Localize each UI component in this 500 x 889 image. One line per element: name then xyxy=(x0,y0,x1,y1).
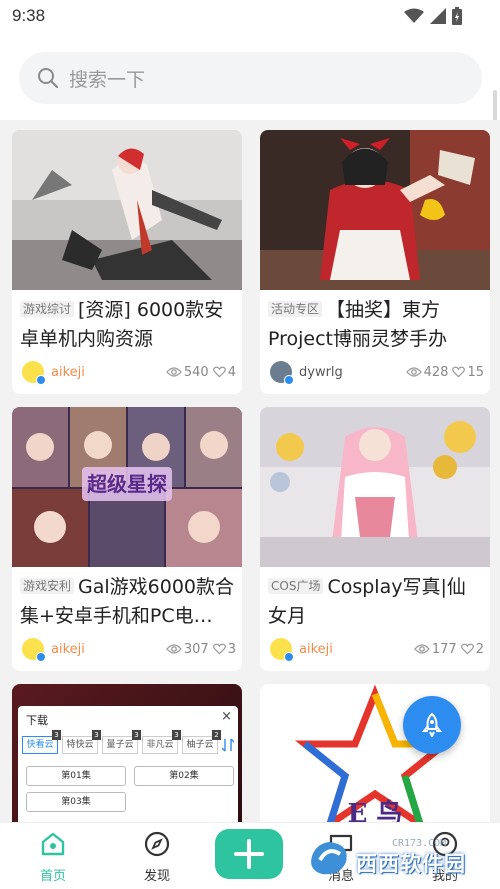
post-tag[interactable]: 活动专区 xyxy=(268,301,323,317)
post-title-block: 游戏安利 Gal游戏6000款合集+安卓手机和PC电… xyxy=(20,573,234,631)
like-count: 15 xyxy=(467,364,484,380)
like-count: 2 xyxy=(475,641,484,657)
eye-icon xyxy=(405,367,422,377)
nav-home[interactable]: 首页 xyxy=(13,831,93,884)
heart-icon[interactable] xyxy=(212,643,226,655)
sort-icon[interactable] xyxy=(222,738,234,752)
logo-text: E 鸟 xyxy=(348,798,403,822)
battery-icon xyxy=(452,7,462,25)
status-time: 9:38 xyxy=(12,6,46,25)
search-placeholder: 搜索一下 xyxy=(69,68,146,91)
view-count: 307 xyxy=(183,641,209,657)
post-tag[interactable]: 游戏安利 xyxy=(20,578,75,594)
download-panel: 下载 × 快看云 3 特快云 3 量子云 3 非凡云 3 柚子云 2 第01集 … xyxy=(18,706,238,822)
post-tag[interactable]: 游戏综讨 xyxy=(20,301,75,317)
episode-button[interactable]: 第02集 xyxy=(134,766,234,786)
heart-icon[interactable] xyxy=(212,366,226,378)
download-panel-title: 下载 xyxy=(26,714,48,727)
nav-home-label: 首页 xyxy=(39,869,66,884)
post-card[interactable]: 活动专区 【抽奖】東方Project博丽灵梦手办 dywrlg 428 15 xyxy=(260,130,490,394)
author-name[interactable]: aikeji xyxy=(51,642,166,657)
author-name[interactable]: aikeji xyxy=(299,642,414,657)
watermark-subtext: CR173.COM xyxy=(392,838,447,849)
search-icon xyxy=(38,68,59,89)
post-feed[interactable]: 游戏综讨 [资源] 6000款安卓单机内购资源 aikeji 540 4 活动专… xyxy=(0,120,500,822)
watermark: 西西软件园 CR173.COM xyxy=(300,836,480,882)
view-count: 177 xyxy=(431,641,457,657)
rocket-fab-button[interactable] xyxy=(403,696,461,754)
nav-discover[interactable]: 发现 xyxy=(117,831,197,884)
verified-badge-icon xyxy=(36,375,46,385)
wifi-icon xyxy=(404,8,424,23)
close-icon[interactable]: × xyxy=(221,709,232,724)
avatar[interactable] xyxy=(270,638,294,662)
source-tabs: 快看云 3 特快云 3 量子云 3 非凡云 3 柚子云 2 xyxy=(22,730,234,754)
avatar[interactable] xyxy=(270,361,294,385)
verified-badge-icon xyxy=(284,375,294,385)
watermark-logo-icon xyxy=(311,842,347,875)
post-title-block: 游戏综讨 [资源] 6000款安卓单机内购资源 xyxy=(20,296,234,354)
post-card[interactable]: 下载 × 快看云 3 特快云 3 量子云 3 非凡云 3 柚子云 2 第01集 … xyxy=(12,684,242,822)
post-image xyxy=(260,407,490,567)
post-title-block: COS广场 Cosplay写真|仙女月 xyxy=(268,573,482,631)
author-name[interactable]: dywrlg xyxy=(299,365,406,380)
post-card[interactable]: COS广场 Cosplay写真|仙女月 aikeji 177 2 xyxy=(260,407,490,671)
watermark-text: 西西软件园 xyxy=(356,852,466,876)
post-card[interactable]: E 鸟 xyxy=(260,684,490,822)
status-bar: 9:38 xyxy=(0,0,500,34)
post-stats: 428 15 xyxy=(405,364,484,380)
signal-icon xyxy=(430,8,446,24)
heart-icon[interactable] xyxy=(460,643,474,655)
post-meta: aikeji 177 2 xyxy=(270,637,484,662)
add-post-button[interactable] xyxy=(215,829,283,879)
post-image: E 鸟 xyxy=(260,684,490,822)
like-count: 3 xyxy=(227,641,236,657)
home-icon xyxy=(41,832,65,856)
search-area: 搜索一下 xyxy=(0,34,500,120)
post-stats: 540 4 xyxy=(166,365,236,380)
author-name[interactable]: aikeji xyxy=(51,365,166,380)
status-icons xyxy=(404,7,462,25)
svg-text:超级星探: 超级星探 xyxy=(86,472,167,496)
view-count: 428 xyxy=(423,364,449,380)
post-image xyxy=(12,130,242,290)
post-stats: 307 3 xyxy=(166,642,236,657)
post-meta: aikeji 540 4 xyxy=(22,360,236,385)
source-badge: 3 xyxy=(52,730,61,740)
verified-badge-icon xyxy=(36,652,46,662)
source-badge: 2 xyxy=(212,730,221,740)
post-meta: dywrlg 428 15 xyxy=(270,360,484,385)
post-tag[interactable]: COS广场 xyxy=(268,578,324,594)
post-stats: 177 2 xyxy=(414,642,484,657)
plus-icon xyxy=(234,839,264,869)
episode-button[interactable]: 第03集 xyxy=(26,792,126,812)
post-image xyxy=(260,130,490,290)
post-meta: aikeji 307 3 xyxy=(22,637,236,662)
eye-icon xyxy=(166,644,182,654)
nav-discover-label: 发现 xyxy=(143,869,170,884)
source-badge: 3 xyxy=(132,730,141,740)
avatar[interactable] xyxy=(22,638,46,662)
post-card[interactable]: 游戏综讨 [资源] 6000款安卓单机内购资源 aikeji 540 4 xyxy=(12,130,242,394)
post-card[interactable]: 超级星探 游戏安利 Gal游戏6000款合集+安卓手机和PC电… aikeji 3… xyxy=(12,407,242,671)
verified-badge-icon xyxy=(284,652,294,662)
rocket-icon xyxy=(421,713,443,737)
post-image: 下载 × 快看云 3 特快云 3 量子云 3 非凡云 3 柚子云 2 第01集 … xyxy=(12,684,242,822)
avatar[interactable] xyxy=(22,361,46,385)
eye-icon xyxy=(414,644,430,654)
post-title-block: 活动专区 【抽奖】東方Project博丽灵梦手办 xyxy=(268,296,482,354)
episode-button[interactable]: 第01集 xyxy=(26,766,126,786)
source-badge: 3 xyxy=(92,730,101,740)
compass-icon xyxy=(144,831,170,857)
post-image: 超级星探 xyxy=(12,407,242,567)
heart-icon[interactable] xyxy=(452,366,466,378)
source-badge: 3 xyxy=(172,730,181,740)
view-count: 540 xyxy=(183,364,209,380)
like-count: 4 xyxy=(227,364,236,380)
search-input[interactable]: 搜索一下 xyxy=(19,52,482,104)
eye-icon xyxy=(166,367,182,377)
